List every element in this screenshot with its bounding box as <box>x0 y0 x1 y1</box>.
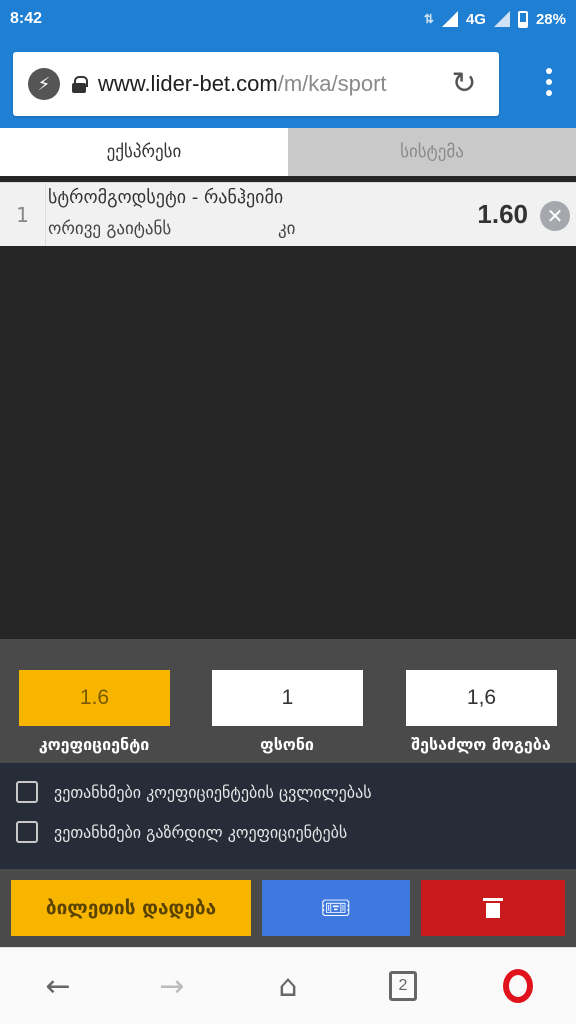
browser-toolbar: ⚡ www.lider-bet.com/m/ka/sport ↻ <box>0 38 576 128</box>
wifi-signal-icon <box>441 11 458 27</box>
bet-slip-row: 1 სტრომგოდსეტი - რანჰეიმი ორივე გაიტანს … <box>0 182 576 247</box>
status-bar: 8:42 ⇅ 4G 28% <box>0 0 576 38</box>
tab-express[interactable]: ექსპრესი <box>0 128 288 176</box>
url-text[interactable]: www.lider-bet.com/m/ka/sport <box>98 71 387 97</box>
accept-odds-change-checkbox[interactable] <box>16 781 38 803</box>
remove-bet-icon[interactable]: ✕ <box>540 201 570 231</box>
cell-signal-icon <box>493 11 510 27</box>
lock-icon[interactable] <box>72 76 88 93</box>
delete-button[interactable] <box>421 880 565 936</box>
battery-icon <box>517 10 528 28</box>
status-time: 8:42 <box>10 10 43 27</box>
bet-type-tabs: ექსპრესი სისტემა <box>0 128 576 176</box>
opera-menu-icon[interactable] <box>498 966 538 1006</box>
ticket-icon: 🎟 <box>320 894 352 922</box>
possible-win-value: 1,6 <box>406 670 557 726</box>
url-path: /m/ka/sport <box>277 71 387 96</box>
coefficient-label: კოეფიციენტი <box>38 735 150 754</box>
possible-win-label: შესაძლო მოგება <box>411 735 551 754</box>
address-bar[interactable]: ⚡ www.lider-bet.com/m/ka/sport ↻ <box>13 52 499 116</box>
bet-options: ვეთანხმები კოეფიციენტების ცვლილებას ვეთა… <box>0 763 576 869</box>
url-domain: www.lider-bet.com <box>98 71 278 96</box>
bet-index: 1 <box>0 183 46 247</box>
bet-slip-empty-area <box>0 246 576 639</box>
bet-summary: 1.6 1 1,6 კოეფიციენტი ფსონი შესაძლო მოგე… <box>0 639 576 763</box>
bet-actions: ბილეთის დადება 🎟 <box>0 869 576 947</box>
stake-label: ფსონი <box>260 735 314 754</box>
data-transfer-icon: ⇅ <box>423 12 434 26</box>
accept-increased-odds-label[interactable]: ვეთანხმები გაზრდილ კოეფიციენტებს <box>54 823 347 842</box>
accept-increased-odds-checkbox[interactable] <box>16 821 38 843</box>
tabs-button[interactable]: 2 <box>383 966 423 1006</box>
bet-match-name: სტრომგოდსეტი - რანჰეიმი <box>48 187 284 208</box>
ticket-button[interactable]: 🎟 <box>262 880 410 936</box>
browser-bottom-nav: ← → ⌂ 2 <box>0 947 576 1024</box>
tab-system[interactable]: სისტემა <box>288 128 576 176</box>
reload-icon[interactable]: ↻ <box>447 67 481 101</box>
tabs-count: 2 <box>389 971 417 1001</box>
back-arrow-icon[interactable]: ← <box>38 966 78 1006</box>
bet-odds: 1.60 <box>477 199 528 229</box>
home-icon[interactable]: ⌂ <box>268 966 308 1006</box>
accept-odds-change-label[interactable]: ვეთანხმები კოეფიციენტების ცვლილებას <box>54 783 372 802</box>
battery-level: 28% <box>535 10 566 28</box>
option-accept-odds-change[interactable]: ვეთანხმები კოეფიციენტების ცვლილებას <box>16 781 372 803</box>
stake-input[interactable]: 1 <box>212 670 363 726</box>
bet-market: ორივე გაიტანს <box>48 219 172 239</box>
overflow-menu-icon[interactable] <box>546 68 552 96</box>
lightning-icon[interactable]: ⚡ <box>28 68 60 100</box>
trash-icon <box>483 898 503 918</box>
network-type: 4G <box>465 10 486 28</box>
coefficient-value: 1.6 <box>19 670 170 726</box>
place-bet-button[interactable]: ბილეთის დადება <box>11 880 251 936</box>
option-accept-increased-odds[interactable]: ვეთანხმები გაზრდილ კოეფიციენტებს <box>16 821 347 843</box>
bet-pick: კი <box>278 219 296 239</box>
status-indicators: ⇅ 4G 28% <box>423 10 566 28</box>
forward-arrow-icon[interactable]: → <box>152 966 192 1006</box>
